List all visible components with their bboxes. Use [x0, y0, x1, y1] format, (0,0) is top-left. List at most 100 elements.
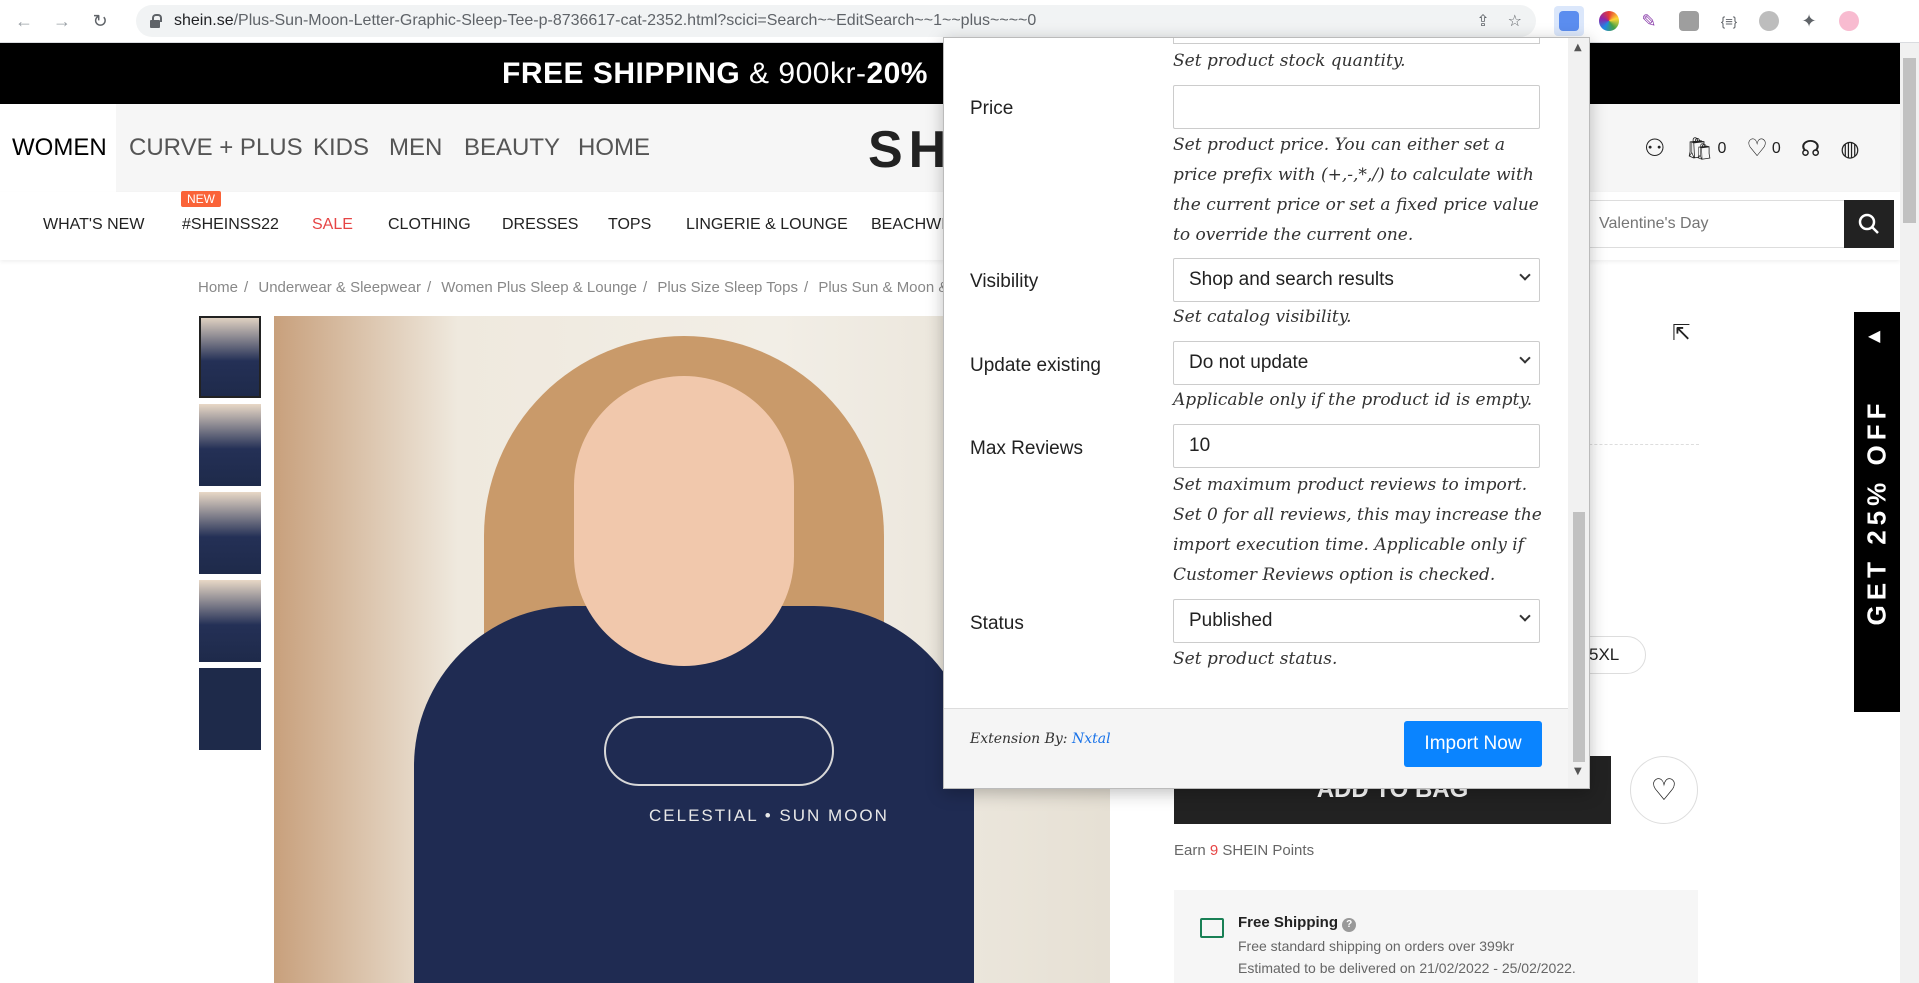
json-extension-icon[interactable]: {≡} — [1714, 6, 1744, 36]
url-path: /Plus-Sun-Moon-Letter-Graphic-Sleep-Tee-… — [233, 12, 1037, 29]
site-logo[interactable]: SH — [868, 120, 952, 180]
visibility-label: Visibility — [970, 271, 1039, 292]
product-thumbnail[interactable] — [199, 404, 261, 486]
search-input[interactable] — [1585, 201, 1835, 247]
help-icon[interactable]: ? — [1342, 918, 1357, 932]
subnav-lingerie-lounge[interactable]: LINGERIE & LOUNGE — [686, 216, 848, 234]
share-icon[interactable]: ⇱ — [1672, 320, 1690, 346]
shipping-title: Free Shipping ? — [1238, 914, 1357, 932]
subnav-sheinss22[interactable]: #SHEINSS22 — [182, 216, 279, 234]
lock-icon[interactable] — [150, 14, 162, 28]
price-help: Set product price. You can either set a … — [1173, 135, 1539, 245]
shirt-print-text: CELESTIAL • SUN MOON — [649, 806, 889, 825]
address-bar[interactable]: shein.se/Plus-Sun-Moon-Letter-Graphic-Sl… — [136, 5, 1536, 37]
sun-moon-graphic — [604, 716, 834, 786]
promo-bold-1: FREE SHIPPING — [502, 57, 741, 90]
subnav-sale[interactable]: SALE — [312, 216, 353, 234]
subnav-whats-new[interactable]: WHAT'S NEW — [43, 216, 144, 234]
product-thumbnail[interactable] — [199, 492, 261, 574]
page-scrollbar[interactable] — [1900, 43, 1919, 983]
collapse-arrow-icon[interactable]: ◀ — [1868, 326, 1880, 346]
status-label: Status — [970, 613, 1024, 634]
shipping-line-1: Free standard shipping on orders over 39… — [1238, 938, 1515, 954]
forward-icon[interactable]: → — [48, 7, 76, 35]
subnav-clothing[interactable]: CLOTHING — [388, 216, 471, 234]
status-help: Set product status. — [1173, 649, 1338, 669]
color-extension-icon[interactable] — [1594, 6, 1624, 36]
category-beauty[interactable]: BEAUTY — [464, 104, 560, 192]
visibility-select[interactable]: Shop and search results — [1173, 258, 1540, 302]
profile-avatar-icon[interactable] — [1834, 6, 1864, 36]
points-text: Earn 9 SHEIN Points — [1174, 842, 1315, 859]
puzzle-extensions-icon[interactable]: ✦ — [1794, 6, 1824, 36]
search-button[interactable] — [1844, 200, 1894, 248]
promo-bold-2: 20% — [866, 57, 928, 90]
product-thumbnail[interactable] — [199, 580, 261, 662]
status-value: Published — [1189, 610, 1273, 631]
reload-icon[interactable]: ↻ — [86, 7, 114, 35]
stock-help: Set product stock quantity. — [1173, 51, 1406, 71]
scroll-down-icon[interactable]: ▼ — [1574, 766, 1582, 777]
stock-field[interactable] — [1173, 38, 1540, 44]
account-icon[interactable]: ⚇ — [1644, 134, 1666, 163]
search-box — [1584, 200, 1894, 248]
breadcrumb-plus-sleep[interactable]: Women Plus Sleep & Lounge — [441, 279, 637, 296]
extension-credit: Extension By: Nxtal — [970, 731, 1111, 747]
image-extension-icon[interactable] — [1674, 6, 1704, 36]
price-label: Price — [970, 98, 1014, 119]
import-now-button[interactable]: Import Now — [1404, 721, 1542, 767]
back-icon[interactable]: ← — [10, 7, 38, 35]
importer-extension-icon[interactable] — [1554, 6, 1584, 36]
thumbnail-list — [199, 316, 261, 756]
breadcrumb: Home / Underwear & Sleepwear / Women Plus … — [198, 279, 949, 296]
wishlist-count: 0 — [1771, 139, 1781, 157]
popup-form: Set product stock quantity. Price Set pr… — [944, 38, 1568, 708]
visibility-value: Shop and search results — [1189, 269, 1394, 290]
bag-count: 0 — [1717, 139, 1727, 157]
headset-icon[interactable]: ☊ — [1801, 136, 1821, 162]
wishlist-icon[interactable]: ♡ — [1746, 134, 1768, 163]
share-page-icon[interactable]: ⇪ — [1476, 11, 1489, 31]
chevron-down-icon — [1519, 352, 1531, 364]
status-select[interactable]: Published — [1173, 599, 1540, 643]
breadcrumb-underwear[interactable]: Underwear & Sleepwear — [258, 279, 421, 296]
globe-icon[interactable]: ◍ — [1840, 136, 1859, 162]
shipping-line-2: Estimated to be delivered on 21/02/2022 … — [1238, 960, 1576, 976]
price-input[interactable] — [1173, 85, 1540, 129]
category-men[interactable]: MEN — [389, 104, 442, 192]
nxtal-link[interactable]: Nxtal — [1072, 731, 1111, 747]
search-icon — [1858, 213, 1879, 234]
max-reviews-input[interactable]: 10 — [1173, 424, 1540, 468]
side-promo-tab[interactable]: ◀ GET 25% OFF — [1854, 312, 1900, 712]
update-existing-value: Do not update — [1189, 352, 1309, 373]
breadcrumb-sleep-tops[interactable]: Plus Size Sleep Tops — [657, 279, 798, 296]
update-existing-label: Update existing — [970, 355, 1101, 376]
update-existing-help: Applicable only if the product id is emp… — [1173, 390, 1533, 410]
points-value: 9 — [1209, 842, 1219, 859]
subnav-dresses[interactable]: DRESSES — [502, 216, 578, 234]
chevron-down-icon — [1519, 610, 1531, 622]
chevron-down-icon — [1519, 269, 1531, 281]
lightning-extension-icon[interactable] — [1754, 6, 1784, 36]
category-kids[interactable]: KIDS — [313, 104, 369, 192]
truck-icon — [1200, 918, 1224, 938]
bookmark-star-icon[interactable]: ☆ — [1508, 11, 1522, 31]
subnav-beachwear[interactable]: BEACHWI — [871, 216, 946, 234]
bag-icon[interactable]: 🛍 — [1686, 136, 1714, 162]
max-reviews-help: Set maximum product reviews to import. S… — [1173, 475, 1542, 585]
popup-scrollbar[interactable]: ▲ ▼ — [1568, 38, 1589, 788]
category-women[interactable]: WOMEN — [12, 104, 107, 192]
visibility-help: Set catalog visibility. — [1173, 307, 1352, 327]
category-curve-plus[interactable]: CURVE + PLUS — [129, 104, 303, 192]
breadcrumb-home[interactable]: Home — [198, 279, 238, 296]
product-thumbnail[interactable] — [199, 668, 261, 750]
scroll-up-icon[interactable]: ▲ — [1574, 42, 1582, 53]
pen-extension-icon[interactable]: ✎ — [1634, 6, 1664, 36]
breadcrumb-product: Plus Sun & Moon & — [818, 279, 949, 296]
wishlist-heart-icon[interactable]: ♡ — [1630, 756, 1698, 824]
product-thumbnail[interactable] — [199, 316, 261, 398]
category-home[interactable]: HOME — [578, 104, 650, 192]
subnav-tops[interactable]: TOPS — [608, 216, 651, 234]
update-existing-select[interactable]: Do not update — [1173, 341, 1540, 385]
max-reviews-label: Max Reviews — [970, 438, 1083, 459]
